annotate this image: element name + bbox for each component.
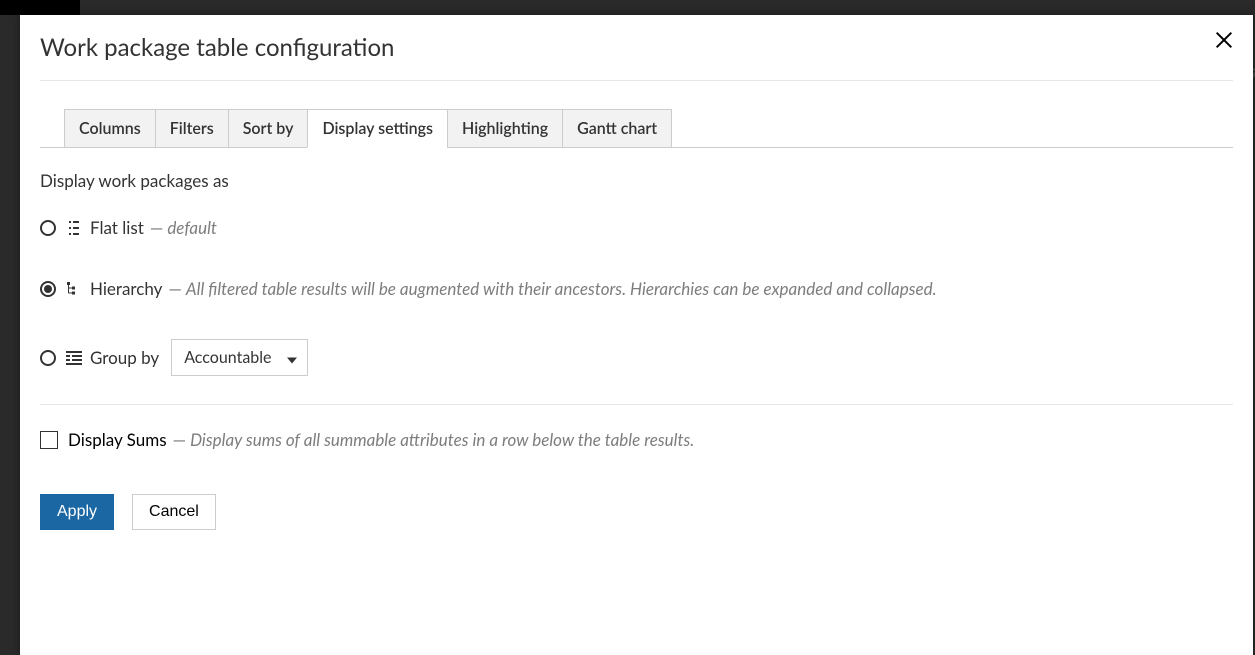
option-flat-list-hint: default [167, 217, 217, 238]
option-group-by[interactable]: Group by Accountable [40, 339, 1233, 376]
group-by-icon [66, 350, 82, 366]
tab-display-settings[interactable]: Display settings [307, 109, 448, 148]
title-divider [40, 80, 1233, 81]
section-divider [40, 404, 1233, 405]
radio-group-by[interactable] [40, 350, 56, 366]
option-hierarchy[interactable]: Hierarchy — All filtered table results w… [40, 278, 1233, 299]
tabs-container: Columns Filters Sort by Display settings… [40, 109, 1233, 148]
modal-title: Work package table configuration [40, 33, 1233, 62]
action-buttons: Apply Cancel [40, 494, 1233, 530]
tab-columns[interactable]: Columns [64, 109, 156, 148]
tab-sort-by[interactable]: Sort by [228, 109, 309, 148]
cancel-button[interactable]: Cancel [132, 494, 216, 530]
tab-filters[interactable]: Filters [155, 109, 229, 148]
hierarchy-icon [66, 281, 82, 297]
option-group-by-label: Group by [90, 347, 159, 368]
group-by-select[interactable]: Accountable [171, 339, 308, 376]
dash: — [168, 278, 182, 299]
tab-highlighting[interactable]: Highlighting [447, 109, 563, 148]
flat-list-icon [66, 220, 82, 236]
background-stripe [0, 0, 80, 15]
tab-content: Display work packages as Flat list — def… [40, 148, 1233, 530]
chevron-down-icon [287, 348, 297, 367]
option-flat-list[interactable]: Flat list — default [40, 217, 1233, 238]
close-icon [1213, 29, 1235, 51]
apply-button[interactable]: Apply [40, 494, 114, 530]
section-heading: Display work packages as [40, 170, 1233, 191]
display-sums-label: Display Sums [68, 429, 167, 450]
radio-hierarchy[interactable] [40, 281, 56, 297]
option-hierarchy-hint: All filtered table results will be augme… [186, 278, 937, 299]
display-sums-row[interactable]: Display Sums — Display sums of all summa… [40, 429, 1233, 450]
display-sums-checkbox[interactable] [40, 431, 58, 449]
radio-flat-list[interactable] [40, 220, 56, 236]
config-modal: Work package table configuration Columns… [20, 15, 1253, 655]
dash: — [150, 217, 164, 238]
tab-gantt-chart[interactable]: Gantt chart [562, 109, 672, 148]
option-flat-list-label: Flat list [90, 217, 144, 238]
group-by-select-value: Accountable [184, 348, 271, 367]
dash: — [173, 429, 187, 450]
close-button[interactable] [1213, 29, 1237, 53]
display-sums-hint: Display sums of all summable attributes … [190, 429, 694, 450]
option-hierarchy-label: Hierarchy [90, 278, 162, 299]
